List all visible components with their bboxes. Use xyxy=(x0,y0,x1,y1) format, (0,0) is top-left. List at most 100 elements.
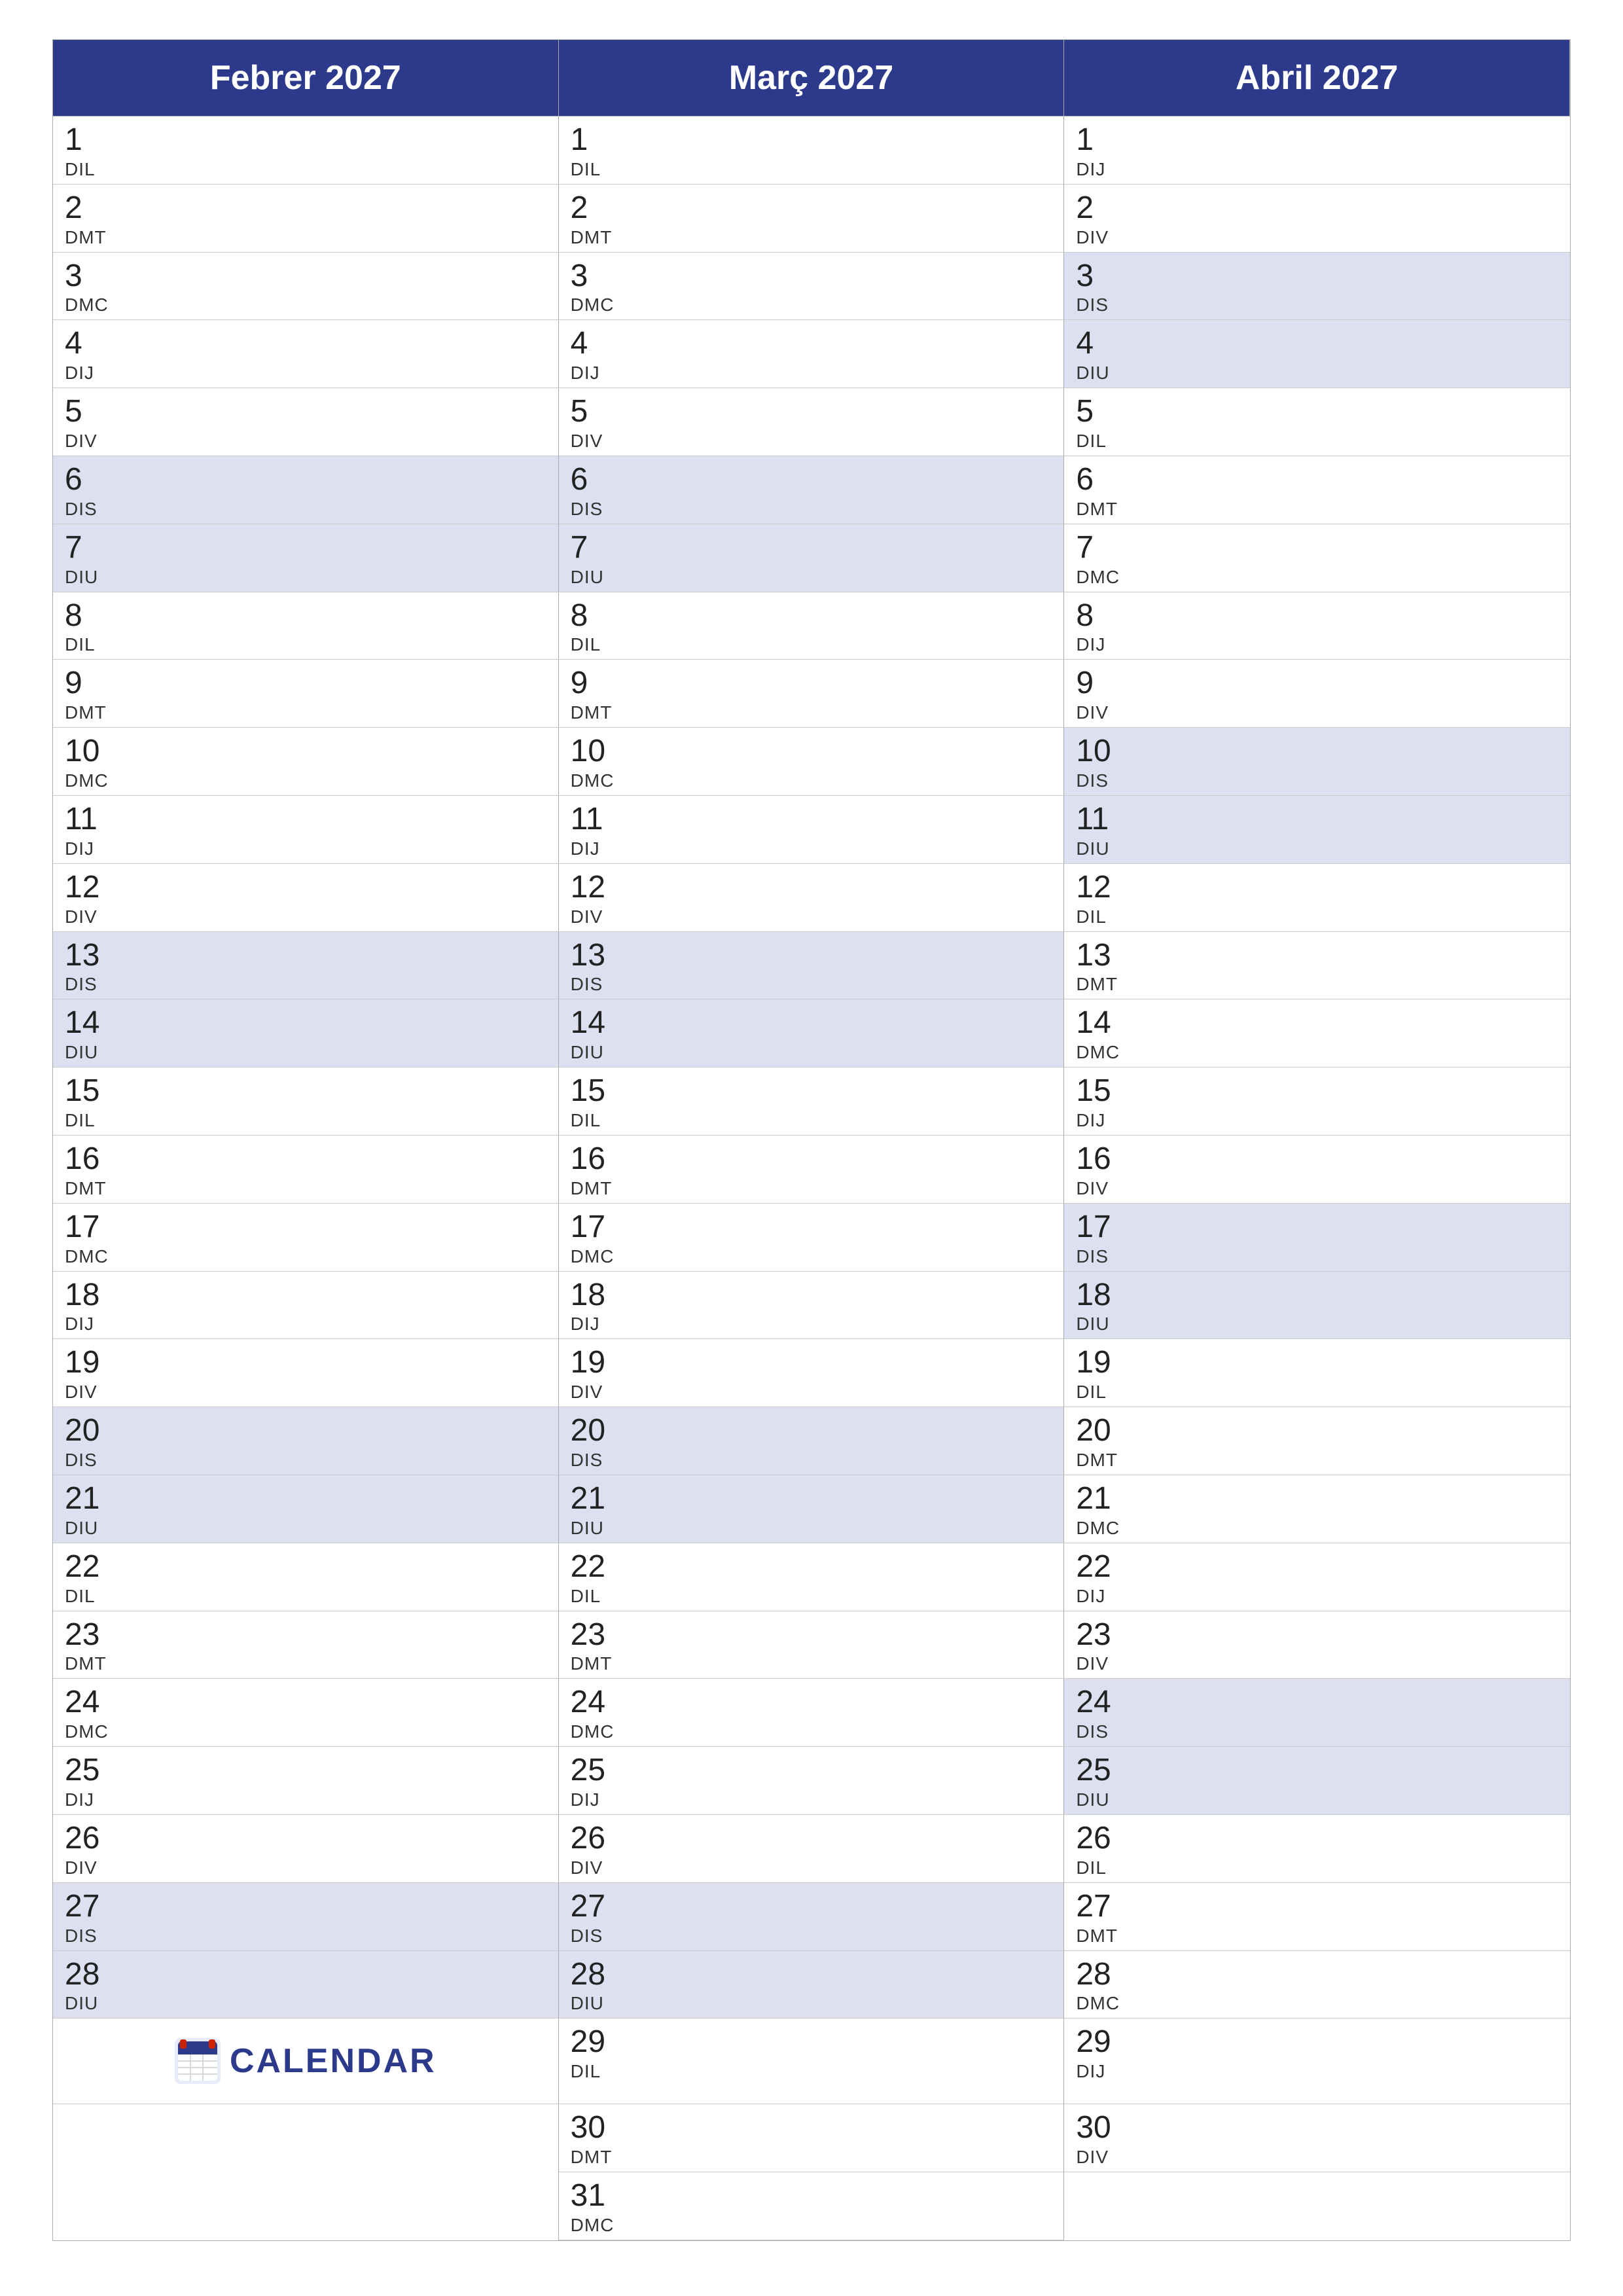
day-cell: 5DIL xyxy=(1064,388,1570,456)
day-cell: 12DIV xyxy=(559,864,1065,932)
day-number: 27 xyxy=(65,1890,546,1924)
day-number: 28 xyxy=(571,1958,1052,1992)
day-name: DIL xyxy=(65,159,546,180)
day-name: DIU xyxy=(571,1042,1052,1063)
day-number: 26 xyxy=(1076,1821,1558,1856)
day-name: DIV xyxy=(571,906,1052,927)
day-number: 24 xyxy=(65,1685,546,1720)
day-number: 1 xyxy=(571,123,1052,158)
day-cell: 6DIS xyxy=(559,456,1065,524)
day-cell: 6DIS xyxy=(53,456,559,524)
day-number: 21 xyxy=(571,1482,1052,1516)
day-number: 23 xyxy=(1076,1618,1558,1653)
day-name: DIV xyxy=(65,1382,546,1403)
day-cell: 27DMT xyxy=(1064,1883,1570,1951)
day-name: DIS xyxy=(1076,295,1558,315)
day-cell: 28DIU xyxy=(53,1951,559,2019)
day-number: 27 xyxy=(571,1890,1052,1924)
day-number: 3 xyxy=(571,259,1052,294)
day-name: DMT xyxy=(65,702,546,723)
day-name: DMC xyxy=(571,1721,1052,1742)
day-name: DIV xyxy=(65,906,546,927)
day-number: 16 xyxy=(65,1142,546,1177)
day-name: DIV xyxy=(1076,1653,1558,1674)
day-number: 10 xyxy=(65,734,546,769)
day-cell: 16DMT xyxy=(53,1136,559,1204)
day-number: 30 xyxy=(571,2111,1052,2145)
day-number: 23 xyxy=(571,1618,1052,1653)
day-number: 8 xyxy=(65,599,546,634)
day-number: 16 xyxy=(571,1142,1052,1177)
day-cell: 17DMC xyxy=(53,1204,559,1272)
day-name: DIV xyxy=(571,431,1052,452)
day-cell: 14DIU xyxy=(559,999,1065,1067)
day-number: 9 xyxy=(571,666,1052,701)
day-name: DMC xyxy=(1076,1518,1558,1539)
day-number: 28 xyxy=(65,1958,546,1992)
month-header-marc: Març 2027 xyxy=(559,40,1065,117)
day-name: DIJ xyxy=(65,1789,546,1810)
day-cell: 24DMC xyxy=(53,1679,559,1747)
day-cell: 28DIU xyxy=(559,1951,1065,2019)
day-number: 21 xyxy=(1076,1482,1558,1516)
day-number: 18 xyxy=(65,1278,546,1313)
day-name: DMC xyxy=(65,770,546,791)
day-name: DIJ xyxy=(1076,1586,1558,1607)
day-number: 15 xyxy=(1076,1074,1558,1109)
day-number: 5 xyxy=(571,395,1052,429)
day-name: DMT xyxy=(1076,974,1558,995)
day-number: 3 xyxy=(1076,259,1558,294)
day-cell: 18DIJ xyxy=(53,1272,559,1340)
day-number: 1 xyxy=(65,123,546,158)
day-number: 10 xyxy=(571,734,1052,769)
day-number: 7 xyxy=(571,531,1052,565)
day-name: DIS xyxy=(571,1450,1052,1471)
day-cell: 16DMT xyxy=(559,1136,1065,1204)
day-number: 2 xyxy=(65,191,546,226)
day-name: DIJ xyxy=(1076,2061,1558,2082)
day-cell: 31DMC xyxy=(559,2172,1065,2240)
day-name: DMT xyxy=(65,1178,546,1199)
day-number: 17 xyxy=(571,1210,1052,1245)
day-cell: 9DIV xyxy=(1064,660,1570,728)
month-header-abril: Abril 2027 xyxy=(1064,40,1570,117)
day-name: DIS xyxy=(1076,1246,1558,1267)
day-cell xyxy=(53,2104,559,2172)
day-name: DIS xyxy=(65,974,546,995)
day-name: DIL xyxy=(571,2061,1052,2082)
day-number: 15 xyxy=(65,1074,546,1109)
day-number: 14 xyxy=(571,1006,1052,1041)
day-name: DMT xyxy=(571,1178,1052,1199)
day-number: 23 xyxy=(65,1618,546,1653)
day-cell: 26DIL xyxy=(1064,1815,1570,1883)
day-name: DMC xyxy=(65,1246,546,1267)
day-name: DIV xyxy=(571,1382,1052,1403)
day-number: 26 xyxy=(65,1821,546,1856)
day-name: DIV xyxy=(1076,227,1558,248)
day-cell: 19DIV xyxy=(53,1339,559,1407)
day-number: 16 xyxy=(1076,1142,1558,1177)
day-cell: CALENDAR xyxy=(53,2018,559,2104)
day-number: 29 xyxy=(571,2025,1052,2060)
day-name: DIU xyxy=(65,1518,546,1539)
day-name: DIJ xyxy=(65,838,546,859)
day-number: 6 xyxy=(1076,463,1558,497)
day-cell: 6DMT xyxy=(1064,456,1570,524)
day-name: DIJ xyxy=(1076,159,1558,180)
day-number: 24 xyxy=(571,1685,1052,1720)
day-name: DMT xyxy=(1076,1926,1558,1946)
day-name: DIU xyxy=(571,567,1052,588)
day-cell: 8DIJ xyxy=(1064,592,1570,660)
day-number: 26 xyxy=(571,1821,1052,1856)
day-number: 27 xyxy=(1076,1890,1558,1924)
day-number: 29 xyxy=(1076,2025,1558,2060)
day-cell: 10DMC xyxy=(559,728,1065,796)
day-cell: 13DMT xyxy=(1064,932,1570,1000)
day-number: 19 xyxy=(571,1346,1052,1380)
day-number: 11 xyxy=(65,802,546,837)
day-number: 4 xyxy=(65,327,546,361)
day-number: 5 xyxy=(1076,395,1558,429)
day-cell: 25DIJ xyxy=(53,1747,559,1815)
day-name: DMT xyxy=(1076,1450,1558,1471)
day-cell: 21DIU xyxy=(559,1475,1065,1543)
